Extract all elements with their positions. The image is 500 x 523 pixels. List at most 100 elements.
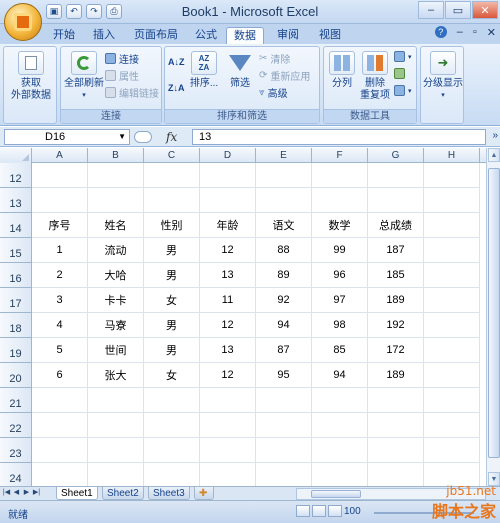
table-cell[interactable] [368,188,424,213]
normal-view-icon[interactable] [296,505,310,517]
column-header[interactable]: G [368,148,424,163]
horizontal-scroll-thumb[interactable] [311,490,361,498]
table-cell[interactable] [88,413,144,438]
table-cell[interactable] [312,413,368,438]
tab-insert[interactable]: 插入 [86,27,122,44]
table-cell[interactable] [32,438,88,463]
sort-ascending-button[interactable]: A↓Z [168,57,185,67]
table-cell[interactable]: 89 [256,263,312,288]
table-cell[interactable] [256,438,312,463]
table-cell[interactable]: 男 [144,263,200,288]
table-cell[interactable]: 大哈 [88,263,144,288]
select-all-corner[interactable] [0,148,32,163]
table-cell[interactable]: 姓名 [88,213,144,238]
minimize-button[interactable]: – [418,1,444,19]
table-cell[interactable]: 男 [144,338,200,363]
first-sheet-icon[interactable]: |◀ [2,488,11,496]
column-header[interactable]: E [256,148,312,163]
next-sheet-icon[interactable]: ▶ [22,488,31,496]
insert-function-button[interactable]: fx [166,130,177,144]
table-cell[interactable]: 数学 [312,213,368,238]
table-cell[interactable]: 13 [200,263,256,288]
table-cell[interactable] [256,413,312,438]
table-cell[interactable]: 85 [312,338,368,363]
table-cell[interactable] [424,438,480,463]
table-cell[interactable] [424,288,480,313]
table-cell[interactable]: 11 [200,288,256,313]
table-cell[interactable] [424,163,480,188]
table-cell[interactable]: 世间 [88,338,144,363]
row-header[interactable]: 21 [0,388,32,413]
table-cell[interactable]: 总成绩 [368,213,424,238]
table-cell[interactable] [88,463,144,488]
table-cell[interactable]: 94 [312,363,368,388]
what-if-button[interactable]: ▾ [394,85,412,96]
help-icon[interactable]: ? [434,26,447,38]
table-cell[interactable] [424,313,480,338]
table-cell[interactable]: 卡卡 [88,288,144,313]
tab-view[interactable]: 视图 [312,27,348,44]
tab-formulas[interactable]: 公式 [188,27,224,44]
row-header[interactable]: 14 [0,213,32,238]
table-cell[interactable] [256,388,312,413]
table-cell[interactable] [312,163,368,188]
table-cell[interactable] [368,388,424,413]
tab-review[interactable]: 审阅 [270,27,306,44]
consolidate-button[interactable] [394,68,405,79]
table-cell[interactable] [256,463,312,488]
column-header[interactable]: H [424,148,480,163]
table-cell[interactable]: 12 [200,363,256,388]
table-cell[interactable]: 189 [368,288,424,313]
table-cell[interactable]: 92 [256,288,312,313]
table-cell[interactable]: 3 [32,288,88,313]
sheet-tab-3[interactable]: Sheet3 [148,487,190,500]
table-cell[interactable] [88,388,144,413]
table-cell[interactable] [88,163,144,188]
table-cell[interactable]: 97 [312,288,368,313]
table-cell[interactable] [424,388,480,413]
table-cell[interactable] [424,213,480,238]
table-cell[interactable]: 185 [368,263,424,288]
table-cell[interactable] [368,163,424,188]
page-break-view-icon[interactable] [328,505,342,517]
insert-sheet-button[interactable]: ✚ [194,487,214,500]
table-cell[interactable] [144,438,200,463]
table-cell[interactable] [32,188,88,213]
table-cell[interactable] [312,388,368,413]
tab-home[interactable]: 开始 [46,27,82,44]
table-cell[interactable] [144,163,200,188]
sort-button[interactable]: AZ ZA 排序... [189,51,219,90]
table-cell[interactable] [32,413,88,438]
table-cell[interactable]: 98 [312,313,368,338]
last-sheet-icon[interactable]: ▶| [32,488,41,496]
table-cell[interactable] [144,413,200,438]
row-header[interactable]: 12 [0,163,32,188]
table-cell[interactable] [256,163,312,188]
table-cell[interactable]: 1 [32,238,88,263]
zoom-level[interactable]: 100 [344,506,361,517]
table-cell[interactable]: 189 [368,363,424,388]
office-button[interactable] [4,3,42,41]
table-cell[interactable]: 96 [312,263,368,288]
table-cell[interactable]: 87 [256,338,312,363]
column-header[interactable]: B [88,148,144,163]
row-header[interactable]: 15 [0,238,32,263]
advanced-button[interactable]: ⩔ 高级 [259,85,288,100]
outline-button[interactable]: ➜ 分级显示 ▾ [423,51,463,102]
scroll-up-icon[interactable]: ▲ [488,148,500,162]
row-header[interactable]: 13 [0,188,32,213]
sheet-tab-2[interactable]: Sheet2 [102,487,144,500]
table-cell[interactable]: 99 [312,238,368,263]
filter-button[interactable]: 筛选 [225,51,255,90]
table-cell[interactable] [368,438,424,463]
row-header[interactable]: 18 [0,313,32,338]
table-cell[interactable]: 序号 [32,213,88,238]
table-cell[interactable] [32,388,88,413]
row-header[interactable]: 24 [0,463,32,488]
reapply-button[interactable]: ⟳ 重新应用 [259,68,310,83]
table-cell[interactable] [424,413,480,438]
table-cell[interactable] [32,463,88,488]
table-cell[interactable] [368,413,424,438]
table-cell[interactable] [312,188,368,213]
table-cell[interactable] [200,388,256,413]
